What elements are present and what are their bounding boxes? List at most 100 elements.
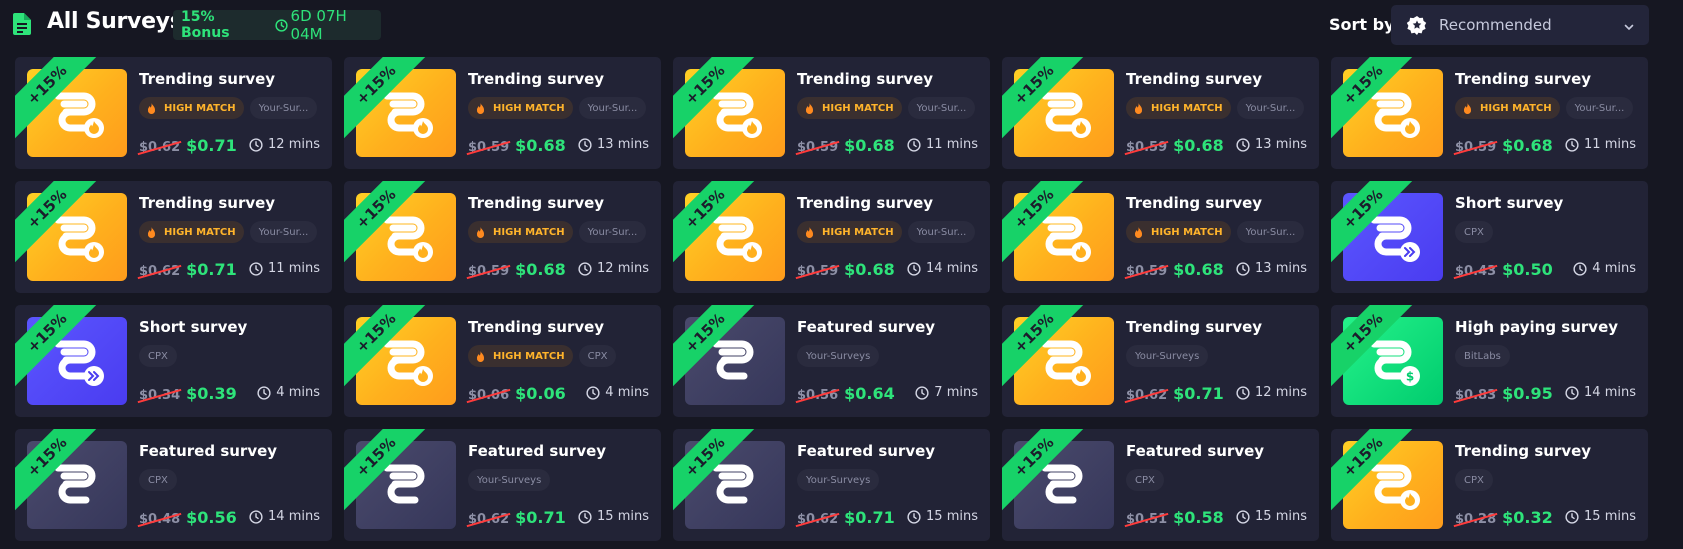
- survey-title: High paying survey: [1455, 318, 1619, 336]
- high-match-badge: HIGH MATCH: [468, 97, 573, 119]
- duration-text: 11 mins: [1584, 137, 1636, 152]
- duration-text: 11 mins: [926, 137, 978, 152]
- old-price: $0.62: [139, 140, 181, 155]
- high-match-text: HIGH MATCH: [164, 226, 236, 238]
- fire-icon: [805, 226, 814, 238]
- high-match-badge: HIGH MATCH: [1455, 97, 1560, 119]
- clock-icon: [586, 385, 600, 400]
- survey-title: Trending survey: [1455, 70, 1592, 88]
- survey-card[interactable]: +15% Trending survey HIGH MATCH Your-Sur…: [15, 181, 332, 293]
- price-row: $0.56 $0.64: [797, 384, 895, 403]
- old-price: $0.51: [1126, 512, 1168, 527]
- duration-text: 15 mins: [597, 509, 649, 524]
- survey-card[interactable]: +15% Featured survey CPX $0.48 $0.56 14 …: [15, 429, 332, 541]
- high-match-badge: HIGH MATCH: [1126, 221, 1231, 243]
- provider-badge: Your-Sur...: [1236, 97, 1305, 119]
- survey-duration: 11 mins: [907, 137, 978, 152]
- survey-grid: +15% Trending survey HIGH MATCH Your-Sur…: [15, 57, 1648, 541]
- duration-text: 15 mins: [926, 509, 978, 524]
- clock-icon: [1573, 261, 1587, 276]
- clock-icon: [907, 261, 921, 276]
- old-price: $0.62: [468, 512, 510, 527]
- high-match-text: HIGH MATCH: [822, 102, 894, 114]
- survey-card[interactable]: +15% Trending survey HIGH MATCH Your-Sur…: [1331, 57, 1648, 169]
- survey-card[interactable]: +15% Featured survey Your-Surveys $0.56 …: [673, 305, 990, 417]
- old-price: $0.62: [139, 264, 181, 279]
- survey-duration: 15 mins: [578, 509, 649, 524]
- new-price: $0.39: [186, 384, 237, 403]
- survey-title: Featured survey: [139, 442, 278, 460]
- price-row: $0.62 $0.71: [797, 508, 895, 527]
- price-row: $0.28 $0.32: [1455, 508, 1553, 527]
- survey-title: Trending survey: [468, 70, 605, 88]
- survey-tags: HIGH MATCH CPX: [468, 345, 617, 367]
- high-match-badge: HIGH MATCH: [139, 97, 244, 119]
- new-price: $0.58: [1173, 508, 1224, 527]
- fire-icon: [147, 102, 156, 114]
- high-match-badge: HIGH MATCH: [797, 97, 902, 119]
- price-row: $0.59 $0.68: [1126, 136, 1224, 155]
- survey-card[interactable]: +15% Trending survey HIGH MATCH Your-Sur…: [1002, 181, 1319, 293]
- new-price: $0.68: [1173, 260, 1224, 279]
- new-price: $0.68: [1173, 136, 1224, 155]
- provider-badge: CPX: [578, 345, 617, 367]
- price-row: $0.59 $0.68: [1455, 136, 1553, 155]
- high-match-text: HIGH MATCH: [822, 226, 894, 238]
- survey-card[interactable]: +15% Featured survey Your-Surveys $0.62 …: [673, 429, 990, 541]
- provider-badge: Your-Sur...: [249, 221, 318, 243]
- old-price: $0.56: [797, 388, 839, 403]
- new-price: $0.71: [186, 136, 237, 155]
- page-title: All Surveys: [47, 9, 183, 34]
- survey-card[interactable]: +15% Trending survey HIGH MATCH CPX $0.0…: [344, 305, 661, 417]
- duration-text: 14 mins: [1584, 385, 1636, 400]
- survey-card[interactable]: +15% Short survey CPX $0.34 $0.39 4 mins: [15, 305, 332, 417]
- survey-card[interactable]: +15% Short survey CPX $0.43 $0.50 4 mins: [1331, 181, 1648, 293]
- price-row: $0.62 $0.71: [139, 136, 237, 155]
- survey-title: Trending survey: [1126, 70, 1263, 88]
- high-match-text: HIGH MATCH: [164, 102, 236, 114]
- new-price: $0.95: [1502, 384, 1553, 403]
- duration-text: 7 mins: [934, 385, 978, 400]
- high-match-badge: HIGH MATCH: [139, 221, 244, 243]
- fire-icon: [476, 102, 485, 114]
- old-price: $0.59: [468, 264, 510, 279]
- old-price: $0.62: [797, 512, 839, 527]
- survey-title: Trending survey: [139, 194, 276, 212]
- survey-card[interactable]: +15% $ High paying survey BitLabs $0.83 …: [1331, 305, 1648, 417]
- survey-tags: HIGH MATCH Your-Sur...: [1126, 97, 1305, 119]
- survey-duration: 14 mins: [907, 261, 978, 276]
- survey-card[interactable]: +15% Trending survey HIGH MATCH Your-Sur…: [673, 57, 990, 169]
- clock-icon: [907, 509, 921, 524]
- duration-text: 13 mins: [597, 137, 649, 152]
- survey-card[interactable]: +15% Trending survey HIGH MATCH Your-Sur…: [344, 181, 661, 293]
- survey-card[interactable]: +15% Trending survey HIGH MATCH Your-Sur…: [344, 57, 661, 169]
- new-price: $0.56: [186, 508, 237, 527]
- survey-duration: 12 mins: [249, 137, 320, 152]
- survey-title: Trending survey: [1126, 194, 1263, 212]
- sort-dropdown[interactable]: Recommended: [1391, 5, 1649, 45]
- survey-card[interactable]: +15% Trending survey CPX $0.28 $0.32 15 …: [1331, 429, 1648, 541]
- survey-card[interactable]: +15% Trending survey Your-Surveys $0.62 …: [1002, 305, 1319, 417]
- price-row: $0.06 $0.06: [468, 384, 566, 403]
- survey-card[interactable]: +15% Trending survey HIGH MATCH Your-Sur…: [1002, 57, 1319, 169]
- clock-icon: [1236, 385, 1250, 400]
- new-price: $0.71: [844, 508, 895, 527]
- survey-title: Featured survey: [468, 442, 607, 460]
- clock-icon: [1236, 137, 1250, 152]
- duration-text: 4 mins: [276, 385, 320, 400]
- duration-text: 15 mins: [1255, 509, 1307, 524]
- survey-card[interactable]: +15% Featured survey Your-Surveys $0.62 …: [344, 429, 661, 541]
- new-price: $0.71: [186, 260, 237, 279]
- survey-duration: 15 mins: [907, 509, 978, 524]
- high-match-badge: HIGH MATCH: [468, 221, 573, 243]
- svg-text:$: $: [1406, 370, 1414, 384]
- survey-card[interactable]: +15% Featured survey CPX $0.51 $0.58 15 …: [1002, 429, 1319, 541]
- new-price: $0.68: [844, 136, 895, 155]
- provider-badge: Your-Sur...: [907, 97, 976, 119]
- survey-duration: 15 mins: [1565, 509, 1636, 524]
- survey-duration: 13 mins: [1236, 261, 1307, 276]
- survey-tags: CPX: [1455, 469, 1493, 491]
- survey-card[interactable]: +15% Trending survey HIGH MATCH Your-Sur…: [15, 57, 332, 169]
- survey-card[interactable]: +15% Trending survey HIGH MATCH Your-Sur…: [673, 181, 990, 293]
- high-match-badge: HIGH MATCH: [468, 345, 573, 367]
